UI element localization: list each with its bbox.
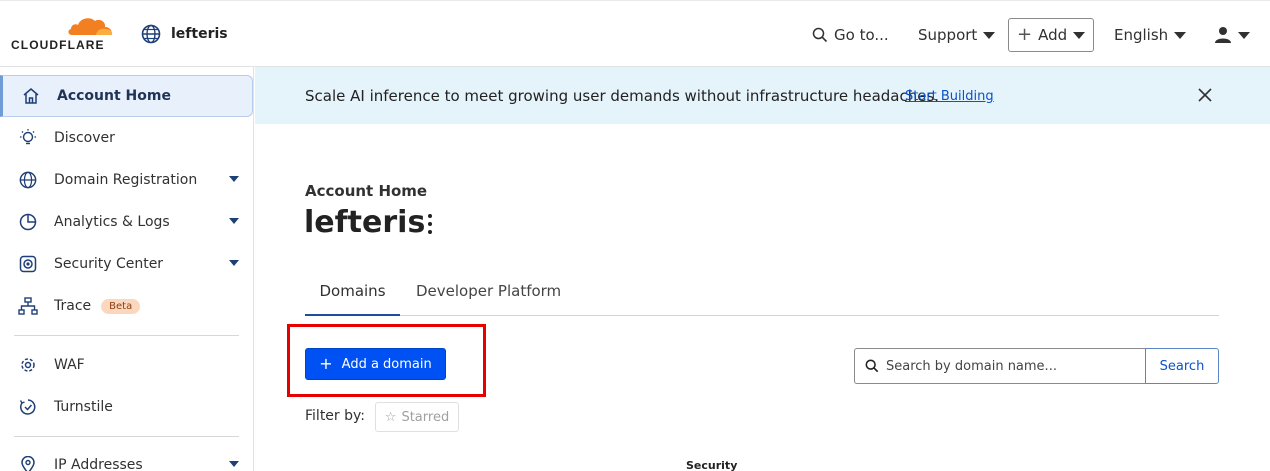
support-menu[interactable]: Support [918, 18, 996, 52]
user-icon [1215, 27, 1231, 43]
sidebar-item-analytics-logs[interactable]: Analytics & Logs [0, 201, 253, 243]
add-domain-button[interactable]: + Add a domain [305, 348, 446, 380]
start-building-link[interactable]: Start Building [905, 89, 994, 104]
home-icon [21, 86, 41, 106]
security-icon [18, 254, 38, 274]
sidebar-item-label: WAF [54, 357, 85, 373]
tab-developer-platform[interactable]: Developer Platform [416, 282, 561, 300]
search-icon [812, 27, 828, 43]
add-label: Add [1038, 26, 1068, 44]
close-icon[interactable] [1197, 87, 1213, 107]
more-options-icon[interactable] [424, 214, 436, 234]
sidebar-item-security-center[interactable]: Security Center [0, 243, 253, 285]
pie-chart-icon [18, 212, 38, 232]
account-name: lefteris [171, 26, 228, 42]
sidebar-item-trace[interactable]: Trace Beta [0, 285, 253, 327]
sidebar-item-label: Account Home [57, 88, 171, 104]
language-menu[interactable]: English [1114, 18, 1187, 52]
starred-label: Starred [401, 409, 450, 425]
sidebar-item-ip-addresses[interactable]: IP Addresses [0, 444, 253, 471]
sidebar-item-label: Security Center [54, 256, 164, 272]
sidebar-item-label: Discover [54, 130, 115, 146]
top-bar: CLOUDFLARE lefteris Go to... Support + A… [0, 0, 1270, 67]
support-label: Support [918, 26, 978, 44]
plus-icon: + [1017, 24, 1033, 45]
banner-message: Scale AI inference to meet growing user … [305, 87, 940, 105]
search-input[interactable] [886, 358, 1136, 374]
user-menu[interactable] [1214, 18, 1250, 52]
sidebar-item-waf[interactable]: WAF [0, 344, 253, 386]
language-label: English [1114, 26, 1169, 44]
cloudflare-wordmark: CLOUDFLARE [11, 38, 105, 52]
sidebar-item-turnstile[interactable]: Turnstile [0, 386, 253, 428]
goto-button[interactable]: Go to... [812, 18, 889, 52]
star-icon: ☆ [384, 409, 397, 425]
sidebar-item-account-home[interactable]: Account Home [0, 75, 253, 117]
goto-label: Go to... [834, 26, 889, 44]
caret-down-icon[interactable] [229, 260, 239, 266]
domain-search: Search [854, 348, 1219, 384]
promo-banner: Scale AI inference to meet growing user … [255, 67, 1270, 124]
caret-down-icon [1073, 31, 1086, 39]
sidebar-item-label: Domain Registration [54, 172, 198, 188]
caret-down-icon[interactable] [229, 461, 239, 467]
sidebar-item-domain-registration[interactable]: Domain Registration [0, 159, 253, 201]
add-menu-button[interactable]: + Add [1008, 18, 1094, 52]
waf-icon [18, 355, 38, 375]
search-field[interactable] [854, 348, 1145, 384]
search-icon [865, 359, 879, 373]
sidebar-divider [14, 436, 239, 437]
page-title: lefteris [304, 205, 426, 240]
caret-down-icon[interactable] [229, 218, 239, 224]
turnstile-icon [18, 397, 38, 417]
location-pin-icon [18, 455, 38, 471]
globe-icon [18, 170, 38, 190]
add-domain-label: Add a domain [341, 356, 432, 372]
tab-bar: Domains Developer Platform [305, 273, 1219, 316]
globe-icon [141, 24, 161, 44]
tab-domains[interactable]: Domains [305, 282, 400, 316]
search-button[interactable]: Search [1145, 348, 1219, 384]
caret-down-icon [1238, 31, 1250, 39]
plus-icon: + [319, 354, 333, 373]
sidebar-item-label: Analytics & Logs [54, 214, 170, 230]
sidebar-item-label: Trace [54, 298, 92, 314]
sidebar: Account Home Discover Domain Registratio… [0, 67, 254, 471]
sidebar-item-label: IP Addresses [54, 457, 143, 471]
caret-down-icon [983, 31, 996, 39]
column-header-security: Security [686, 459, 738, 471]
beta-badge: Beta [101, 298, 141, 314]
caret-down-icon [1174, 31, 1187, 39]
sidebar-divider [14, 335, 239, 336]
lightbulb-icon [18, 128, 38, 148]
sidebar-item-label: Turnstile [54, 399, 113, 415]
cloud-icon [68, 18, 113, 35]
caret-down-icon[interactable] [229, 176, 239, 182]
cloudflare-logo[interactable]: CLOUDFLARE [10, 15, 120, 55]
filter-label: Filter by: [305, 408, 365, 424]
sidebar-item-discover[interactable]: Discover [0, 117, 253, 159]
trace-icon [18, 296, 38, 316]
starred-filter[interactable]: ☆ Starred [375, 402, 459, 432]
account-switcher[interactable]: lefteris [141, 24, 228, 44]
page-eyebrow: Account Home [305, 182, 428, 200]
